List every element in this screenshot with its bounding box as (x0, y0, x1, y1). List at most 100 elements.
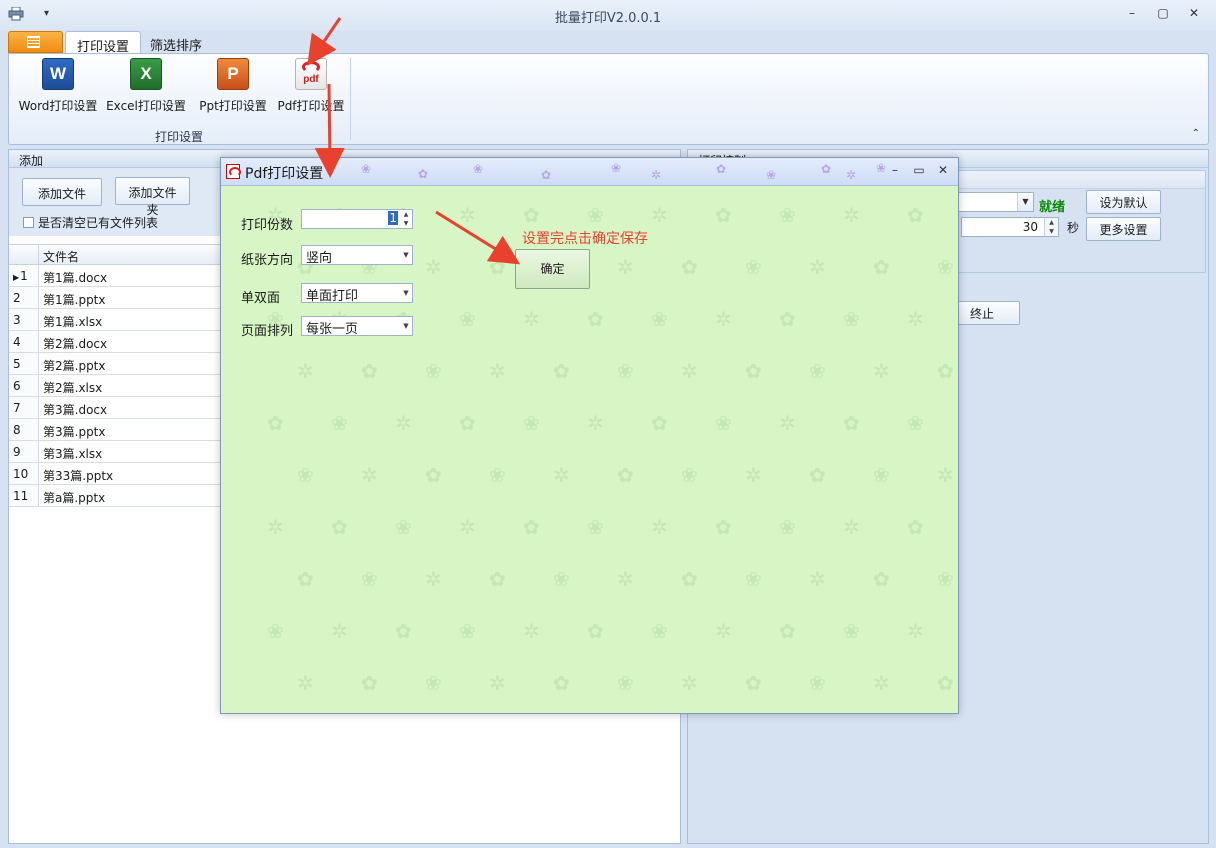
duplex-select[interactable]: 单面打印 ▼ (301, 283, 413, 304)
restore-button[interactable]: ▢ (1152, 6, 1174, 24)
flower-icon: ✿ (296, 567, 314, 591)
flower-icon: ❀ (778, 515, 796, 539)
tab-filter-sort[interactable]: 筛选排序 (139, 31, 213, 54)
dialog-title-bar: Pdf打印设置 ❀ ✿ ❀ ✿ ❀ ✲ ✿ ❀ ✿ ✲ ❀ – ▭ ✕ (221, 158, 958, 186)
file-name-cell[interactable]: 第1篇.xlsx (43, 313, 102, 330)
flower-icon: ✲ (714, 619, 732, 643)
add-file-button[interactable]: 添加文件 (22, 178, 102, 206)
flower-icon: ❀ (714, 411, 732, 435)
flower-icon: ❀ (778, 203, 796, 227)
flower-icon: ❀ (488, 463, 506, 487)
collapse-ribbon-icon[interactable]: ⌃ (1192, 128, 1200, 139)
interval-value: 30 (1022, 220, 1038, 234)
flower-icon: ✿ (488, 255, 506, 279)
flower-icon: ✿ (586, 619, 604, 643)
row-number[interactable]: 8 (9, 419, 39, 440)
file-name-cell[interactable]: 第33篇.pptx (43, 467, 113, 484)
row-number[interactable]: 10 (9, 463, 39, 484)
flower-icon: ❀ (650, 619, 668, 643)
flower-icon: ❀ (872, 463, 890, 487)
flower-icon: ✲ (906, 307, 924, 331)
row-number[interactable]: 6 (9, 375, 39, 396)
file-name-cell[interactable]: 第3篇.xlsx (43, 445, 102, 462)
pdf-icon (226, 164, 241, 179)
flower-icon: ✿ (522, 203, 540, 227)
flower-icon: ✿ (714, 203, 732, 227)
orientation-label: 纸张方向 (241, 253, 294, 268)
file-name-cell[interactable]: 第3篇.pptx (43, 423, 106, 440)
flower-icon: ✲ (522, 307, 540, 331)
status-label: 就绪 (1039, 200, 1066, 215)
dialog-minimize-button[interactable]: – (888, 163, 902, 177)
chevron-down-icon[interactable]: ▼ (400, 284, 412, 302)
checkbox-box[interactable] (23, 217, 34, 228)
minimize-button[interactable]: – (1121, 6, 1143, 24)
more-settings-button[interactable]: 更多设置 (1086, 217, 1161, 241)
flower-icon: ✿ (522, 515, 540, 539)
orientation-value: 竖向 (306, 251, 333, 266)
chevron-down-icon[interactable]: ▼ (400, 317, 412, 335)
pdf-print-settings-button[interactable]: pdf Pdf打印设置 (271, 58, 351, 118)
copies-stepper[interactable]: 1 ▲ ▼ (301, 209, 413, 229)
flower-icon: ❀ (458, 307, 476, 331)
file-name-cell[interactable]: 第2篇.docx (43, 335, 107, 352)
file-name-cell[interactable]: 第1篇.docx (43, 269, 107, 286)
dialog-close-button[interactable]: ✕ (936, 163, 950, 177)
flower-icon: ✿ (808, 463, 826, 487)
row-number[interactable]: 3 (9, 309, 39, 330)
flower-icon: ✲ (360, 463, 378, 487)
row-number[interactable]: 2 (9, 287, 39, 308)
spin-buttons[interactable]: ▲ ▼ (1044, 218, 1058, 236)
excel-print-settings-button[interactable]: X Excel打印设置 (106, 58, 186, 118)
flower-icon: ❀ (766, 168, 777, 182)
file-name-cell[interactable]: 第1篇.pptx (43, 291, 106, 308)
chevron-down-icon[interactable]: ▼ (400, 246, 412, 264)
flower-icon: ✿ (936, 671, 954, 695)
flower-icon: ❀ (266, 619, 284, 643)
orientation-select[interactable]: 竖向 ▼ (301, 245, 413, 266)
word-print-settings-button[interactable]: W Word打印设置 (18, 58, 98, 118)
set-default-button[interactable]: 设为默认 (1086, 190, 1161, 214)
row-number[interactable]: 7 (9, 397, 39, 418)
row-number-text: 11 (13, 489, 29, 503)
clear-list-checkbox[interactable]: 是否清空已有文件列表 (23, 214, 158, 231)
flower-icon: ✿ (906, 203, 924, 227)
interval-stepper[interactable]: 30 ▲ ▼ (961, 217, 1059, 237)
file-name-cell[interactable]: 第3篇.docx (43, 401, 107, 418)
printer-select[interactable]: ▼ (958, 192, 1034, 212)
file-name-cell[interactable]: 第2篇.xlsx (43, 379, 102, 396)
add-folder-button[interactable]: 添加文件夹 (115, 177, 190, 217)
flower-icon: ✿ (714, 515, 732, 539)
column-header-filename[interactable]: 文件名 (43, 248, 79, 265)
file-name-cell[interactable]: 第2篇.pptx (43, 357, 106, 374)
application-menu-button[interactable] (8, 31, 63, 53)
row-number-text: 9 (13, 445, 21, 459)
row-number[interactable]: 11 (9, 485, 39, 506)
ppt-icon: P (217, 58, 249, 90)
close-button[interactable]: ✕ (1183, 6, 1205, 24)
flower-icon: ❀ (936, 567, 954, 591)
file-name-cell[interactable]: 第a篇.pptx (43, 489, 105, 506)
tab-print-settings[interactable]: 打印设置 (65, 31, 142, 55)
row-number[interactable]: 4 (9, 331, 39, 352)
flower-icon: ❀ (330, 411, 348, 435)
row-number[interactable]: 5 (9, 353, 39, 374)
row-number[interactable]: 9 (9, 441, 39, 462)
dialog-maximize-button[interactable]: ▭ (912, 163, 926, 177)
ok-button[interactable]: 确定 (515, 249, 590, 289)
flower-icon: ✲ (458, 203, 476, 227)
flower-icon: ✿ (586, 307, 604, 331)
chevron-down-icon[interactable]: ▼ (1017, 193, 1033, 211)
row-number-text: 10 (13, 467, 29, 481)
row-number[interactable]: ▶1 (9, 265, 39, 286)
spin-buttons[interactable]: ▲ ▼ (400, 210, 412, 228)
flower-icon: ✿ (458, 411, 476, 435)
flower-icon: ✲ (330, 619, 348, 643)
flower-icon: ❀ (522, 411, 540, 435)
ppt-print-settings-button[interactable]: P Ppt打印设置 (193, 58, 273, 118)
flower-icon: ✲ (266, 515, 284, 539)
pages-per-sheet-select[interactable]: 每张一页 ▼ (301, 316, 413, 337)
flower-icon: ✲ (744, 463, 762, 487)
flower-icon: ❀ (586, 203, 604, 227)
flower-icon: ❀ (360, 567, 378, 591)
